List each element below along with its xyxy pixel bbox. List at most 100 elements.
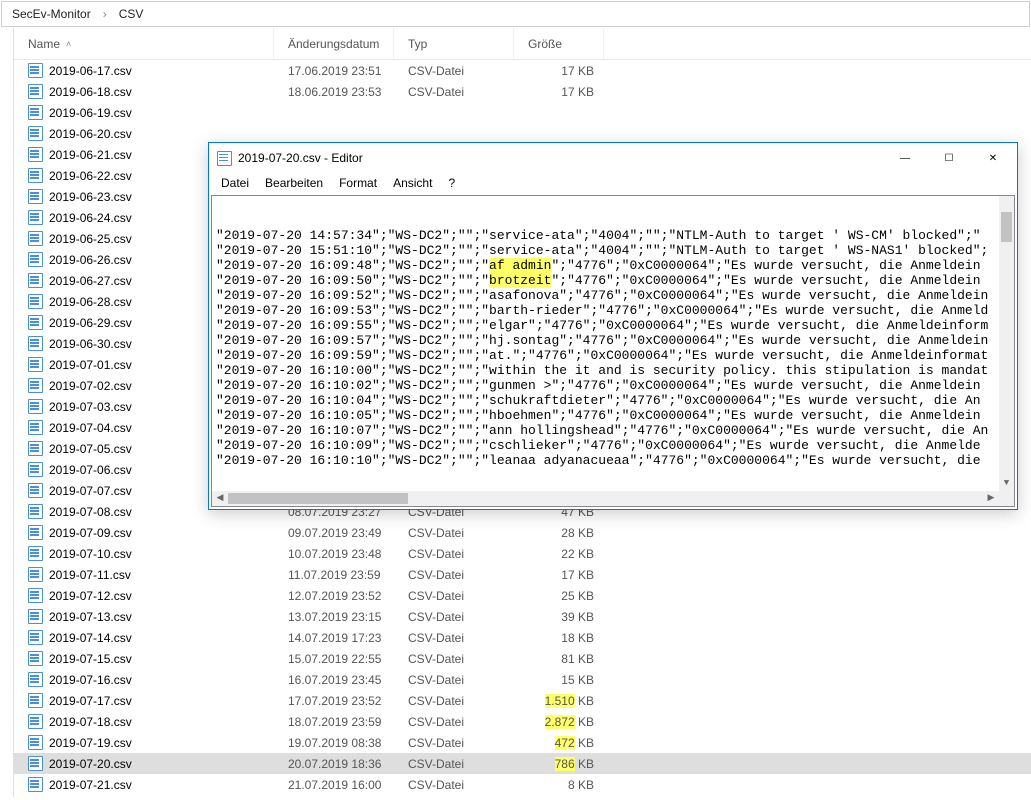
file-name-cell[interactable]: 2019-07-11.csv [14, 567, 274, 582]
file-name-cell[interactable]: 2019-06-20.csv [14, 126, 274, 141]
file-size: 2.872 KB [514, 715, 604, 729]
menu-bar: Datei Bearbeiten Format Ansicht ? [209, 173, 1017, 193]
breadcrumb[interactable]: SecEv-Monitor › CSV [1, 1, 1030, 27]
file-name-cell[interactable]: 2019-07-09.csv [14, 525, 274, 540]
file-icon [28, 630, 43, 645]
file-row[interactable]: 2019-07-14.csv14.07.2019 17:23CSV-Datei1… [14, 627, 1031, 648]
file-icon [28, 588, 43, 603]
file-icon [28, 147, 43, 162]
column-size[interactable]: Größe [514, 28, 604, 59]
scroll-right-icon[interactable]: ▶ [983, 491, 999, 506]
file-name-cell[interactable]: 2019-07-16.csv [14, 672, 274, 687]
file-name-cell[interactable]: 2019-06-18.csv [14, 84, 274, 99]
menu-file[interactable]: Datei [213, 174, 257, 192]
menu-format[interactable]: Format [331, 174, 385, 192]
file-name-cell[interactable]: 2019-07-12.csv [14, 588, 274, 603]
column-name[interactable]: Name ˄ [14, 28, 274, 59]
file-row[interactable]: 2019-07-18.csv18.07.2019 23:59CSV-Datei2… [14, 711, 1031, 732]
file-row[interactable]: 2019-06-20.csv [14, 123, 1031, 144]
menu-view[interactable]: Ansicht [385, 174, 440, 192]
scroll-left-icon[interactable]: ◀ [212, 491, 228, 506]
file-name-cell[interactable]: 2019-07-13.csv [14, 609, 274, 624]
file-name-cell[interactable]: 2019-07-19.csv [14, 735, 274, 750]
editor-line: "2019-07-20 16:09:53";"WS-DC2";"";"barth… [216, 303, 1010, 318]
file-name: 2019-07-07.csv [49, 484, 132, 498]
scroll-thumb-h[interactable] [228, 493, 408, 504]
title-bar[interactable]: 2019-07-20.csv - Editor — ☐ ✕ [209, 143, 1017, 173]
file-name: 2019-07-08.csv [49, 505, 132, 519]
file-row[interactable]: 2019-06-18.csv18.06.2019 23:53CSV-Datei1… [14, 81, 1031, 102]
file-name-cell[interactable]: 2019-07-20.csv [14, 756, 274, 771]
editor-line: "2019-07-20 16:09:57";"WS-DC2";"";"hj.so… [216, 333, 1010, 348]
breadcrumb-seg-1[interactable]: SecEv-Monitor [6, 7, 97, 21]
chevron-right-icon: › [97, 7, 113, 21]
file-icon [28, 273, 43, 288]
file-size: 8 KB [514, 778, 604, 792]
column-type[interactable]: Typ [394, 28, 514, 59]
file-icon [28, 399, 43, 414]
file-name-cell[interactable]: 2019-06-19.csv [14, 105, 274, 120]
file-name-cell[interactable]: 2019-07-18.csv [14, 714, 274, 729]
file-icon [28, 735, 43, 750]
horizontal-scrollbar[interactable]: ◀ ▶ [212, 491, 999, 506]
file-name-cell[interactable]: 2019-07-17.csv [14, 693, 274, 708]
column-headers[interactable]: Name ˄ Änderungsdatum Typ Größe [14, 28, 1031, 60]
file-row[interactable]: 2019-06-19.csv [14, 102, 1031, 123]
file-row[interactable]: 2019-07-09.csv09.07.2019 23:49CSV-Datei2… [14, 522, 1031, 543]
editor-content[interactable]: "2019-07-20 14:57:34";"WS-DC2";"";"servi… [211, 195, 1015, 507]
scroll-thumb[interactable] [1001, 212, 1012, 242]
menu-edit[interactable]: Bearbeiten [257, 174, 331, 192]
file-icon [28, 651, 43, 666]
minimize-button[interactable]: — [883, 144, 927, 172]
editor-line: "2019-07-20 16:10:00";"WS-DC2";"";"withi… [216, 363, 1010, 378]
file-icon [28, 294, 43, 309]
file-icon [28, 525, 43, 540]
file-row[interactable]: 2019-07-16.csv16.07.2019 23:45CSV-Datei1… [14, 669, 1031, 690]
file-name: 2019-06-30.csv [49, 337, 132, 351]
vertical-scrollbar[interactable]: ▲ ▼ [999, 196, 1014, 491]
maximize-button[interactable]: ☐ [927, 144, 971, 172]
file-date: 20.07.2019 18:36 [274, 757, 394, 771]
file-name-cell[interactable]: 2019-06-17.csv [14, 63, 274, 78]
scroll-corner [999, 491, 1014, 506]
file-icon [28, 462, 43, 477]
scroll-down-icon[interactable]: ▼ [999, 475, 1014, 491]
file-name-cell[interactable]: 2019-07-15.csv [14, 651, 274, 666]
file-row[interactable]: 2019-07-17.csv17.07.2019 23:52CSV-Datei1… [14, 690, 1031, 711]
file-name: 2019-06-24.csv [49, 211, 132, 225]
file-icon [28, 546, 43, 561]
file-type: CSV-Datei [394, 526, 514, 540]
column-date[interactable]: Änderungsdatum [274, 28, 394, 59]
breadcrumb-seg-2[interactable]: CSV [113, 7, 150, 21]
left-scrollbar[interactable] [0, 28, 14, 797]
file-row[interactable]: 2019-07-20.csv20.07.2019 18:36CSV-Datei7… [14, 753, 1031, 774]
file-size: 81 KB [514, 652, 604, 666]
editor-line: "2019-07-20 16:10:10";"WS-DC2";"";"leana… [216, 453, 1010, 468]
file-name-cell[interactable]: 2019-07-10.csv [14, 546, 274, 561]
file-type: CSV-Datei [394, 64, 514, 78]
file-name: 2019-07-04.csv [49, 421, 132, 435]
file-icon [28, 63, 43, 78]
file-row[interactable]: 2019-06-17.csv17.06.2019 23:51CSV-Datei1… [14, 60, 1031, 81]
close-button[interactable]: ✕ [971, 144, 1015, 172]
file-size: 17 KB [514, 85, 604, 99]
editor-line: "2019-07-20 16:09:48";"WS-DC2";"";"af ad… [216, 258, 1010, 273]
file-icon [28, 126, 43, 141]
file-row[interactable]: 2019-07-15.csv15.07.2019 22:55CSV-Datei8… [14, 648, 1031, 669]
file-row[interactable]: 2019-07-10.csv10.07.2019 23:48CSV-Datei2… [14, 543, 1031, 564]
file-row[interactable]: 2019-07-13.csv13.07.2019 23:15CSV-Datei3… [14, 606, 1031, 627]
file-date: 21.07.2019 16:00 [274, 778, 394, 792]
file-row[interactable]: 2019-07-19.csv19.07.2019 08:38CSV-Datei4… [14, 732, 1031, 753]
file-name-cell[interactable]: 2019-07-14.csv [14, 630, 274, 645]
menu-help[interactable]: ? [440, 174, 463, 192]
notepad-icon [217, 151, 232, 166]
file-row[interactable]: 2019-07-21.csv21.07.2019 16:00CSV-Datei8… [14, 774, 1031, 795]
file-name-cell[interactable]: 2019-07-21.csv [14, 777, 274, 792]
file-icon [28, 189, 43, 204]
file-type: CSV-Datei [394, 778, 514, 792]
file-name: 2019-07-10.csv [49, 547, 132, 561]
file-row[interactable]: 2019-07-11.csv11.07.2019 23:59CSV-Datei1… [14, 564, 1031, 585]
file-type: CSV-Datei [394, 85, 514, 99]
file-row[interactable]: 2019-07-12.csv12.07.2019 23:52CSV-Datei2… [14, 585, 1031, 606]
file-name: 2019-07-18.csv [49, 715, 132, 729]
